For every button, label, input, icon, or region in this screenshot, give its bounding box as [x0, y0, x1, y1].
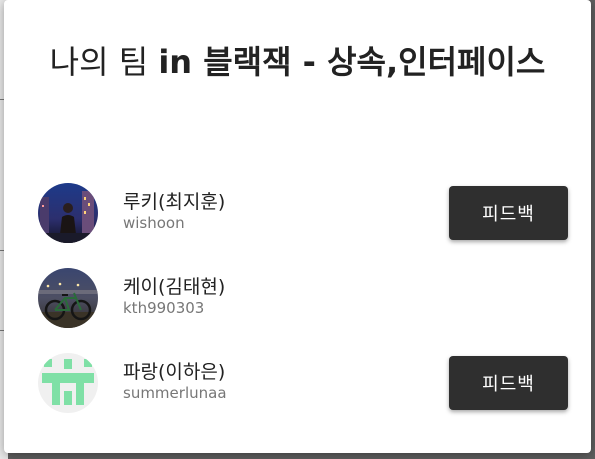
bicycle-photo-avatar: [38, 268, 98, 328]
member-name: 루키(최지훈): [123, 191, 226, 213]
dialog-title: 나의 팀 in 블랙잭 - 상속,인터페이스: [34, 40, 561, 84]
feedback-button[interactable]: 피드백: [449, 186, 568, 240]
member-name: 파랑(이하은): [123, 361, 226, 383]
avatar: [38, 183, 98, 243]
member-row: 파랑(이하은) summerlunaa 피드백: [38, 351, 568, 415]
member-row: 케이(김태현) kth990303: [38, 266, 568, 330]
avatar: [38, 353, 98, 413]
member-username: kth990303: [123, 299, 205, 317]
dialog-title-mission: in 블랙잭 - 상속,인터페이스: [158, 43, 546, 81]
avatar: [38, 268, 98, 328]
feedback-button[interactable]: 피드백: [449, 356, 568, 410]
identicon-avatar: [38, 353, 98, 413]
member-username: wishoon: [123, 214, 185, 232]
team-dialog: 나의 팀 in 블랙잭 - 상속,인터페이스 루키(최지훈) wishoon 피…: [4, 0, 591, 453]
member-username: summerlunaa: [123, 384, 227, 402]
member-name: 케이(김태현): [123, 276, 226, 298]
member-row: 루키(최지훈) wishoon 피드백: [38, 181, 568, 245]
dialog-title-prefix: 나의 팀: [49, 43, 159, 81]
night-city-photo-avatar: [38, 183, 98, 243]
